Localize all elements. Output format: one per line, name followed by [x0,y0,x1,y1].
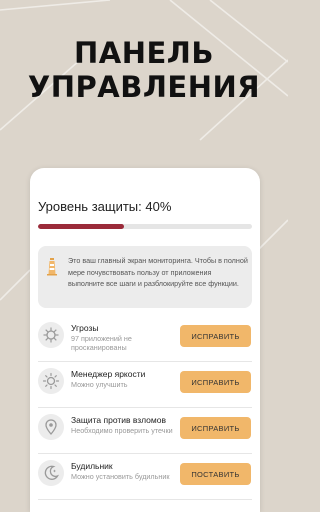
row-subtitle: Можно улучшить [71,380,128,389]
info-banner: Это ваш главный экран мониторинга. Чтобы… [38,246,252,308]
protection-progress-fill [38,224,124,229]
fix-breach-button[interactable]: ИСПРАВИТЬ [180,417,251,439]
row-title: Будильник [71,461,113,471]
fix-threats-button[interactable]: ИСПРАВИТЬ [180,325,251,347]
task-list: Угрозы 97 приложений не просканированы И… [38,316,252,500]
page-title: ПАНЕЛЬ УПРАВЛЕНИЯ [0,36,288,104]
row-subtitle: Необходимо проверить утечки [71,426,173,435]
row-title: Защита против взломов [71,415,166,425]
list-item-alarm: Будильник Можно установить будильник ПОС… [38,454,252,500]
fix-brightness-button[interactable]: ИСПРАВИТЬ [180,371,251,393]
row-subtitle: Можно установить будильник [71,472,170,481]
row-title: Угрозы [71,323,99,333]
location-pin-icon [38,414,64,440]
info-text: Это ваш главный экран мониторинга. Чтобы… [68,256,248,288]
list-item-threats: Угрозы 97 приложений не просканированы И… [38,316,252,362]
set-alarm-button[interactable]: ПОСТАВИТЬ [180,463,251,485]
virus-icon [38,322,64,348]
moon-icon [38,460,64,486]
list-item-brightness: Менеджер яркости Можно улучшить ИСПРАВИТ… [38,362,252,408]
protection-level-label: Уровень защиты: 40% [38,199,172,214]
list-item-breach-protection: Защита против взломов Необходимо провери… [38,408,252,454]
page-title-line-2: УПРАВЛЕНИЯ [27,70,261,104]
sun-icon [38,368,64,394]
lighthouse-icon [47,258,57,276]
row-subtitle: 97 приложений не просканированы [71,334,132,352]
page-title-line-1: ПАНЕЛЬ [74,36,214,70]
row-title: Менеджер яркости [71,369,146,379]
dashboard-card: Уровень защиты: 40% Это ваш главный экра… [30,168,260,512]
protection-progress-bar [38,224,252,229]
